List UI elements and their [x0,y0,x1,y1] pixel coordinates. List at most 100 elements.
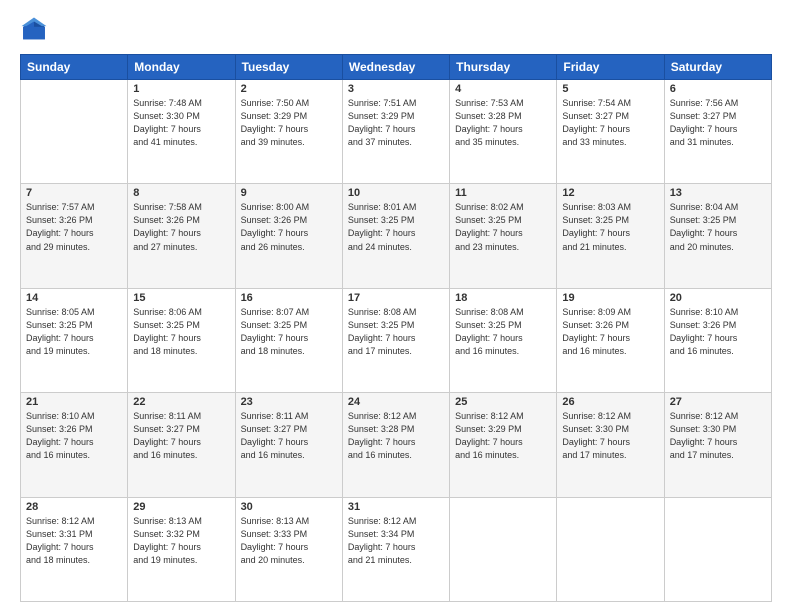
day-number: 20 [670,292,766,304]
day-info: Sunrise: 7:56 AM Sunset: 3:27 PM Dayligh… [670,97,766,149]
day-info: Sunrise: 8:05 AM Sunset: 3:25 PM Dayligh… [26,306,122,358]
day-number: 14 [26,292,122,304]
calendar-cell: 28 Sunrise: 8:12 AM Sunset: 3:31 PM Dayli… [21,497,128,601]
calendar-week-row: 1 Sunrise: 7:48 AM Sunset: 3:30 PM Daylig… [21,80,772,184]
calendar-cell: 20 Sunrise: 8:10 AM Sunset: 3:26 PM Dayli… [664,288,771,392]
day-info: Sunrise: 7:48 AM Sunset: 3:30 PM Dayligh… [133,97,229,149]
day-number: 28 [26,501,122,513]
day-number: 13 [670,187,766,199]
day-number: 6 [670,83,766,95]
day-info: Sunrise: 8:08 AM Sunset: 3:25 PM Dayligh… [348,306,444,358]
header [20,16,772,44]
day-info: Sunrise: 8:03 AM Sunset: 3:25 PM Dayligh… [562,201,658,253]
calendar-cell: 27 Sunrise: 8:12 AM Sunset: 3:30 PM Dayli… [664,393,771,497]
day-info: Sunrise: 7:57 AM Sunset: 3:26 PM Dayligh… [26,201,122,253]
day-number: 22 [133,396,229,408]
day-number: 19 [562,292,658,304]
logo [20,16,52,44]
day-number: 11 [455,187,551,199]
page: SundayMondayTuesdayWednesdayThursdayFrid… [0,0,792,612]
weekday-header-sunday: Sunday [21,55,128,80]
day-number: 8 [133,187,229,199]
day-number: 21 [26,396,122,408]
day-number: 27 [670,396,766,408]
day-info: Sunrise: 8:00 AM Sunset: 3:26 PM Dayligh… [241,201,337,253]
day-info: Sunrise: 7:53 AM Sunset: 3:28 PM Dayligh… [455,97,551,149]
weekday-header-wednesday: Wednesday [342,55,449,80]
day-number: 2 [241,83,337,95]
day-number: 25 [455,396,551,408]
calendar-cell: 17 Sunrise: 8:08 AM Sunset: 3:25 PM Dayli… [342,288,449,392]
day-info: Sunrise: 8:04 AM Sunset: 3:25 PM Dayligh… [670,201,766,253]
calendar-cell: 29 Sunrise: 8:13 AM Sunset: 3:32 PM Dayli… [128,497,235,601]
day-number: 4 [455,83,551,95]
day-number: 30 [241,501,337,513]
day-number: 31 [348,501,444,513]
day-number: 1 [133,83,229,95]
logo-icon [20,16,48,44]
day-info: Sunrise: 8:09 AM Sunset: 3:26 PM Dayligh… [562,306,658,358]
day-info: Sunrise: 7:54 AM Sunset: 3:27 PM Dayligh… [562,97,658,149]
calendar-cell: 15 Sunrise: 8:06 AM Sunset: 3:25 PM Dayli… [128,288,235,392]
day-number: 9 [241,187,337,199]
calendar-cell: 30 Sunrise: 8:13 AM Sunset: 3:33 PM Dayli… [235,497,342,601]
day-info: Sunrise: 8:11 AM Sunset: 3:27 PM Dayligh… [133,410,229,462]
calendar-week-row: 14 Sunrise: 8:05 AM Sunset: 3:25 PM Dayli… [21,288,772,392]
day-info: Sunrise: 8:12 AM Sunset: 3:28 PM Dayligh… [348,410,444,462]
day-info: Sunrise: 8:11 AM Sunset: 3:27 PM Dayligh… [241,410,337,462]
day-info: Sunrise: 8:06 AM Sunset: 3:25 PM Dayligh… [133,306,229,358]
day-info: Sunrise: 8:08 AM Sunset: 3:25 PM Dayligh… [455,306,551,358]
day-number: 23 [241,396,337,408]
calendar-cell: 19 Sunrise: 8:09 AM Sunset: 3:26 PM Dayli… [557,288,664,392]
day-info: Sunrise: 7:58 AM Sunset: 3:26 PM Dayligh… [133,201,229,253]
calendar-cell: 25 Sunrise: 8:12 AM Sunset: 3:29 PM Dayli… [450,393,557,497]
day-number: 26 [562,396,658,408]
calendar-cell: 3 Sunrise: 7:51 AM Sunset: 3:29 PM Daylig… [342,80,449,184]
calendar-cell: 9 Sunrise: 8:00 AM Sunset: 3:26 PM Daylig… [235,184,342,288]
day-number: 29 [133,501,229,513]
calendar-cell: 7 Sunrise: 7:57 AM Sunset: 3:26 PM Daylig… [21,184,128,288]
calendar-cell: 11 Sunrise: 8:02 AM Sunset: 3:25 PM Dayli… [450,184,557,288]
calendar-cell: 21 Sunrise: 8:10 AM Sunset: 3:26 PM Dayli… [21,393,128,497]
day-number: 3 [348,83,444,95]
calendar-cell: 13 Sunrise: 8:04 AM Sunset: 3:25 PM Dayli… [664,184,771,288]
calendar-cell: 22 Sunrise: 8:11 AM Sunset: 3:27 PM Dayli… [128,393,235,497]
calendar-cell: 26 Sunrise: 8:12 AM Sunset: 3:30 PM Dayli… [557,393,664,497]
day-info: Sunrise: 7:51 AM Sunset: 3:29 PM Dayligh… [348,97,444,149]
calendar-cell: 31 Sunrise: 8:12 AM Sunset: 3:34 PM Dayli… [342,497,449,601]
day-info: Sunrise: 8:13 AM Sunset: 3:32 PM Dayligh… [133,515,229,567]
calendar-cell: 16 Sunrise: 8:07 AM Sunset: 3:25 PM Dayli… [235,288,342,392]
calendar-cell [557,497,664,601]
day-info: Sunrise: 8:10 AM Sunset: 3:26 PM Dayligh… [26,410,122,462]
calendar-cell [21,80,128,184]
day-number: 7 [26,187,122,199]
calendar-cell [664,497,771,601]
weekday-header-saturday: Saturday [664,55,771,80]
day-info: Sunrise: 8:12 AM Sunset: 3:34 PM Dayligh… [348,515,444,567]
calendar-cell: 24 Sunrise: 8:12 AM Sunset: 3:28 PM Dayli… [342,393,449,497]
day-number: 16 [241,292,337,304]
weekday-header-tuesday: Tuesday [235,55,342,80]
weekday-header-monday: Monday [128,55,235,80]
calendar-cell: 8 Sunrise: 7:58 AM Sunset: 3:26 PM Daylig… [128,184,235,288]
day-info: Sunrise: 8:12 AM Sunset: 3:29 PM Dayligh… [455,410,551,462]
day-number: 17 [348,292,444,304]
day-info: Sunrise: 8:10 AM Sunset: 3:26 PM Dayligh… [670,306,766,358]
calendar-table: SundayMondayTuesdayWednesdayThursdayFrid… [20,54,772,602]
day-number: 15 [133,292,229,304]
day-info: Sunrise: 8:02 AM Sunset: 3:25 PM Dayligh… [455,201,551,253]
calendar-cell [450,497,557,601]
day-info: Sunrise: 8:13 AM Sunset: 3:33 PM Dayligh… [241,515,337,567]
calendar-cell: 12Sunrise: 8:03 AM Sunset: 3:25 PM Dayli… [557,184,664,288]
weekday-header-row: SundayMondayTuesdayWednesdayThursdayFrid… [21,55,772,80]
day-number: 10 [348,187,444,199]
day-number: 5 [562,83,658,95]
day-info: Sunrise: 8:12 AM Sunset: 3:30 PM Dayligh… [670,410,766,462]
day-info: Sunrise: 7:50 AM Sunset: 3:29 PM Dayligh… [241,97,337,149]
calendar-week-row: 7 Sunrise: 7:57 AM Sunset: 3:26 PM Daylig… [21,184,772,288]
day-info: Sunrise: 8:07 AM Sunset: 3:25 PM Dayligh… [241,306,337,358]
day-info: Sunrise: 8:12 AM Sunset: 3:31 PM Dayligh… [26,515,122,567]
day-number: 24 [348,396,444,408]
day-info: Sunrise: 8:12 AM Sunset: 3:30 PM Dayligh… [562,410,658,462]
calendar-cell: 2 Sunrise: 7:50 AM Sunset: 3:29 PM Daylig… [235,80,342,184]
